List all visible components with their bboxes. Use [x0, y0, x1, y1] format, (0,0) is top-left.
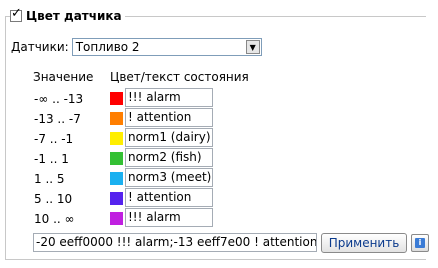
range-label: 10 .. ∞ — [34, 212, 75, 226]
color-swatch[interactable] — [110, 92, 123, 105]
color-swatch[interactable] — [110, 212, 123, 225]
range-label: 5 .. 10 — [34, 192, 73, 206]
threshold-row: 5 .. 10 ! attention — [0, 188, 430, 208]
threshold-row: -1 .. 1 norm2 (fish) — [0, 148, 430, 168]
config-string-input[interactable]: -20 eeff0000 !!! alarm;-13 eeff7e00 ! at… — [33, 233, 317, 252]
apply-button[interactable]: Применить — [321, 233, 407, 253]
sensor-row: Датчики: Топливо 2 ▼ — [11, 38, 262, 56]
value-column-header: Значение — [33, 70, 94, 84]
sensor-label: Датчики: — [11, 40, 69, 54]
color-column-header: Цвет/текст состояния — [110, 70, 249, 84]
state-text-input[interactable]: ! attention — [125, 108, 213, 127]
state-text-input[interactable]: ! attention — [125, 188, 213, 207]
state-text-input[interactable]: norm3 (meet) — [125, 168, 213, 187]
range-label: 1 .. 5 — [34, 172, 65, 186]
state-text-input[interactable]: norm2 (fish) — [125, 148, 213, 167]
checkmark-icon: ✓ — [11, 6, 22, 21]
range-label: -7 .. -1 — [34, 132, 74, 146]
range-label: -13 .. -7 — [34, 112, 81, 126]
threshold-row: 10 .. ∞ !!! alarm — [0, 208, 430, 228]
color-swatch[interactable] — [110, 112, 123, 125]
threshold-row: 1 .. 5 norm3 (meet) — [0, 168, 430, 188]
info-button[interactable]: i — [411, 234, 429, 252]
threshold-row: -∞ .. -13 !!! alarm — [0, 88, 430, 108]
color-swatch[interactable] — [110, 132, 123, 145]
chevron-down-icon[interactable]: ▼ — [245, 40, 260, 54]
color-swatch[interactable] — [110, 152, 123, 165]
info-icon: i — [415, 238, 425, 248]
state-text-input[interactable]: !!! alarm — [125, 208, 213, 227]
range-label: -1 .. 1 — [34, 152, 69, 166]
sensor-color-checkbox[interactable]: ✓ — [10, 6, 22, 22]
legend-title: Цвет датчика — [26, 9, 122, 23]
threshold-row: -7 .. -1 norm1 (dairy) — [0, 128, 430, 148]
threshold-row: -13 .. -7 ! attention — [0, 108, 430, 128]
range-label: -∞ .. -13 — [34, 92, 84, 106]
fieldset-legend: ✓ Цвет датчика — [10, 6, 125, 23]
sensor-select-value: Топливо 2 — [75, 40, 140, 54]
state-text-input[interactable]: norm1 (dairy) — [125, 128, 213, 147]
color-swatch[interactable] — [110, 192, 123, 205]
sensor-select[interactable]: Топливо 2 ▼ — [71, 38, 262, 56]
color-swatch[interactable] — [110, 172, 123, 185]
state-text-input[interactable]: !!! alarm — [125, 88, 213, 107]
